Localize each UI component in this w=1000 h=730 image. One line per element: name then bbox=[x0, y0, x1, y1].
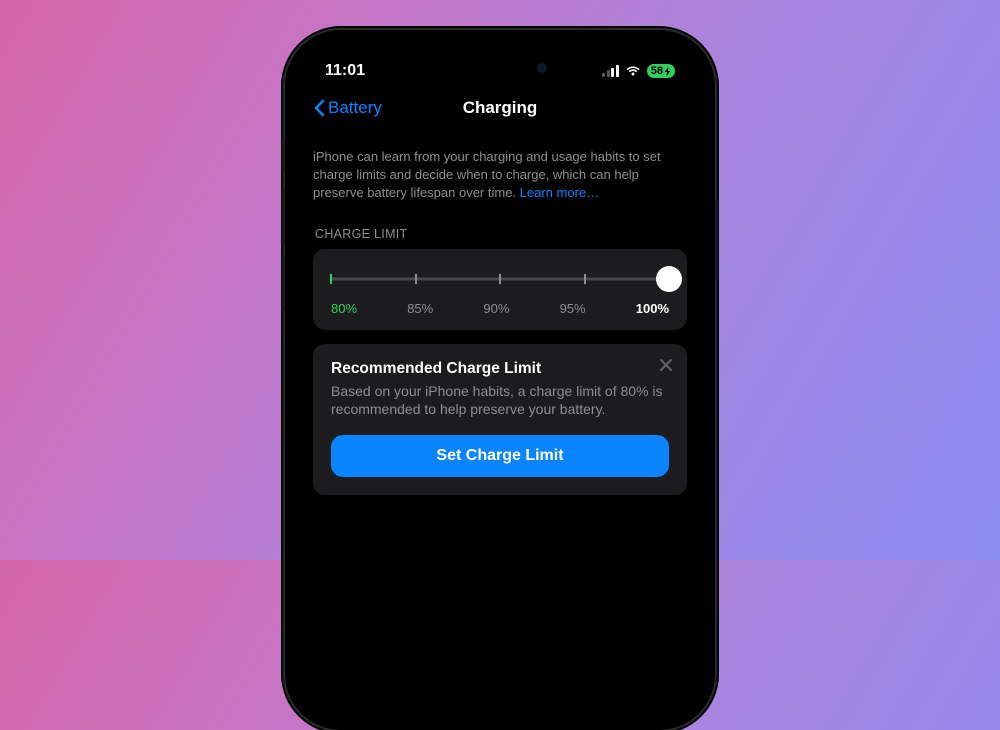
battery-icon: 58 bbox=[647, 64, 675, 78]
recommendation-card: Recommended Charge Limit Based on your i… bbox=[313, 344, 687, 496]
recommendation-body: Based on your iPhone habits, a charge li… bbox=[331, 382, 669, 420]
volume-down-button bbox=[282, 255, 285, 310]
slider-label-100: 100% bbox=[636, 301, 669, 316]
recommendation-title: Recommended Charge Limit bbox=[331, 360, 669, 378]
slider-label-90: 90% bbox=[483, 301, 509, 316]
phone-screen: 11:01 58 bbox=[295, 40, 705, 720]
intro-description: iPhone can learn from your charging and … bbox=[313, 148, 687, 203]
slider-labels: 80% 85% 90% 95% 100% bbox=[331, 301, 669, 316]
slider-thumb[interactable] bbox=[656, 266, 682, 292]
signal-icon bbox=[602, 65, 619, 77]
page-title: Charging bbox=[463, 98, 538, 118]
back-button[interactable]: Battery bbox=[313, 98, 382, 118]
content-area: iPhone can learn from your charging and … bbox=[295, 132, 705, 495]
learn-more-link[interactable]: Learn more… bbox=[520, 185, 599, 200]
status-icons: 58 bbox=[602, 64, 675, 78]
back-label: Battery bbox=[328, 98, 382, 118]
charge-limit-slider-card: 80% 85% 90% 95% 100% bbox=[313, 249, 687, 330]
slider-label-80: 80% bbox=[331, 301, 357, 316]
slider-label-95: 95% bbox=[560, 301, 586, 316]
charge-limit-slider[interactable] bbox=[331, 269, 669, 289]
status-time: 11:01 bbox=[325, 62, 365, 80]
nav-bar: Battery Charging bbox=[295, 90, 705, 132]
power-button bbox=[715, 200, 718, 280]
silence-switch bbox=[282, 140, 285, 170]
set-charge-limit-button[interactable]: Set Charge Limit bbox=[331, 435, 669, 477]
close-icon[interactable] bbox=[659, 358, 673, 372]
chevron-back-icon bbox=[313, 99, 325, 117]
phone-frame: 11:01 58 bbox=[285, 30, 715, 730]
camera-dot bbox=[537, 63, 547, 73]
charge-limit-header: CHARGE LIMIT bbox=[313, 227, 687, 241]
wifi-icon bbox=[625, 65, 641, 77]
volume-up-button bbox=[282, 190, 285, 245]
dynamic-island bbox=[445, 52, 555, 84]
slider-label-85: 85% bbox=[407, 301, 433, 316]
